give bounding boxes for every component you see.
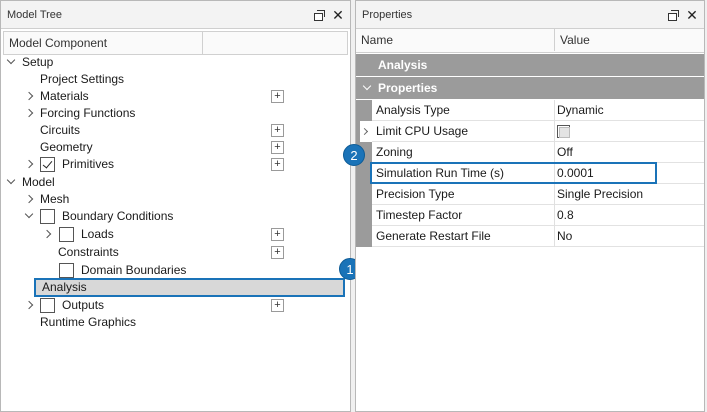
prop-row-timestep-factor[interactable]: Timestep Factor 0.8 <box>356 205 704 226</box>
chevron-down-icon[interactable] <box>5 54 17 71</box>
chevron-right-icon[interactable] <box>41 226 53 243</box>
tree-item-project-settings[interactable]: Project Settings <box>5 71 335 88</box>
limit-cpu-checkbox[interactable] <box>557 125 570 138</box>
add-constraint-button[interactable]: + <box>271 246 284 259</box>
chevron-right-icon[interactable] <box>360 121 372 142</box>
tree-item-materials[interactable]: Materials + <box>5 88 335 105</box>
add-geometry-button[interactable]: + <box>271 141 284 154</box>
value-column-header: Value <box>560 33 590 47</box>
tree-item-boundary-conditions[interactable]: Boundary Conditions <box>5 208 335 225</box>
model-tree-column-header: Model Component <box>3 31 348 55</box>
prop-row-limit-cpu-usage[interactable]: Limit CPU Usage <box>356 121 704 142</box>
chevron-down-icon[interactable] <box>362 77 374 99</box>
add-material-button[interactable]: + <box>271 90 284 103</box>
model-component-header: Model Component <box>9 36 108 50</box>
tree-item-loads[interactable]: Loads + <box>5 226 335 243</box>
prop-row-zoning[interactable]: Zoning Off <box>356 142 704 163</box>
tree-item-domain-boundaries[interactable]: Domain Boundaries <box>5 262 335 279</box>
properties-column-header: Name Value <box>356 29 704 53</box>
chevron-right-icon[interactable] <box>23 191 35 208</box>
chevron-down-icon[interactable] <box>23 208 35 225</box>
properties-title: Properties <box>362 9 413 21</box>
tree-item-outputs[interactable]: Outputs + <box>5 297 335 314</box>
tree-item-runtime-graphics[interactable]: Runtime Graphics <box>5 314 335 331</box>
tree-item-constraints[interactable]: Constraints + <box>5 244 335 261</box>
tree-item-geometry[interactable]: Geometry + <box>5 139 335 156</box>
chevron-down-icon[interactable] <box>5 174 17 191</box>
model-tree-title-bar: Model Tree ✕ <box>1 1 350 29</box>
tree-item-primitives[interactable]: Primitives + <box>5 156 335 173</box>
domain-boundaries-checkbox[interactable] <box>59 263 74 278</box>
tree-item-circuits[interactable]: Circuits + <box>5 122 335 139</box>
tree-item-setup[interactable]: Setup <box>5 54 335 71</box>
chevron-right-icon[interactable] <box>23 105 35 122</box>
float-window-icon[interactable] <box>313 9 325 21</box>
chevron-right-icon[interactable] <box>23 88 35 105</box>
primitives-checkbox[interactable] <box>40 157 55 172</box>
prop-row-generate-restart-file[interactable]: Generate Restart File No <box>356 226 704 247</box>
callout-badge-2: 2 <box>343 144 365 166</box>
model-tree-title: Model Tree <box>7 9 63 21</box>
add-output-button[interactable]: + <box>271 299 284 312</box>
group-analysis: Analysis <box>356 54 704 76</box>
simulation-run-time-highlight <box>370 162 657 184</box>
close-icon[interactable]: ✕ <box>686 8 698 22</box>
chevron-right-icon[interactable] <box>23 156 35 173</box>
name-column-header: Name <box>361 33 394 47</box>
tree-item-analysis-selected[interactable]: Analysis <box>34 278 345 297</box>
add-circuit-button[interactable]: + <box>271 124 284 137</box>
tree-item-forcing-functions[interactable]: Forcing Functions <box>5 105 335 122</box>
tree-item-mesh[interactable]: Mesh <box>5 191 335 208</box>
outputs-checkbox[interactable] <box>40 298 55 313</box>
prop-row-precision-type[interactable]: Precision Type Single Precision <box>356 184 704 205</box>
group-properties[interactable]: Properties <box>356 77 704 99</box>
properties-panel: Properties ✕ Name Value Analysis Propert… <box>343 0 705 412</box>
prop-row-analysis-type[interactable]: Analysis Type Dynamic <box>356 100 704 121</box>
add-load-button[interactable]: + <box>271 228 284 241</box>
properties-title-bar: Properties ✕ <box>356 1 704 29</box>
add-primitive-button[interactable]: + <box>271 158 284 171</box>
tree-item-model[interactable]: Model <box>5 174 335 191</box>
loads-checkbox[interactable] <box>59 227 74 242</box>
close-icon[interactable]: ✕ <box>332 8 344 22</box>
model-tree-panel: Model Tree ✕ Model Component Setup Proje… <box>0 0 361 412</box>
boundary-conditions-checkbox[interactable] <box>40 209 55 224</box>
float-window-icon[interactable] <box>667 9 679 21</box>
chevron-right-icon[interactable] <box>23 297 35 314</box>
